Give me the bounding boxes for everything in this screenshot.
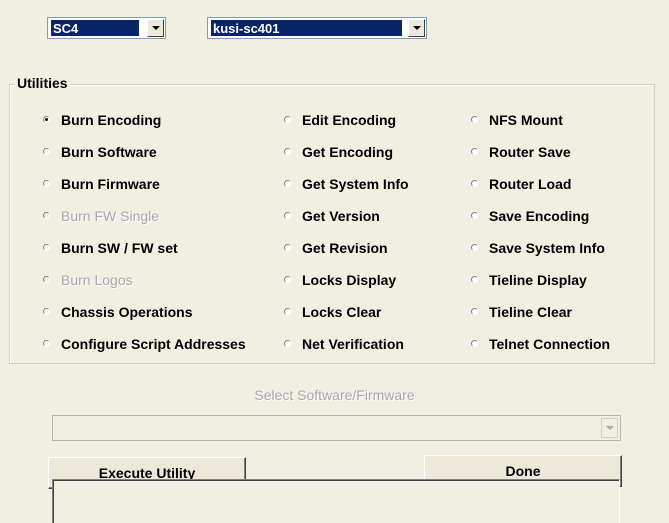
radio-burn-fw-single: Burn FW Single <box>43 206 159 226</box>
radio-unchecked-icon <box>43 275 50 283</box>
radio-label: Locks Display <box>302 272 397 288</box>
radio-unchecked-icon <box>471 147 478 155</box>
radio-checked-icon <box>43 115 50 123</box>
radio-label: Burn Firmware <box>61 176 160 192</box>
radio-unchecked-icon <box>284 179 291 187</box>
radio-chassis-operations[interactable]: Chassis Operations <box>43 302 193 322</box>
radio-unchecked-icon <box>43 339 50 347</box>
radio-edit-encoding[interactable]: Edit Encoding <box>284 110 396 130</box>
radio-router-load[interactable]: Router Load <box>471 174 571 194</box>
radio-label: Edit Encoding <box>302 112 397 128</box>
system-select-dropdown-button[interactable] <box>147 19 164 37</box>
radio-unchecked-icon <box>284 115 291 123</box>
radio-label: NFS Mount <box>489 112 563 128</box>
software-select-label: Select Software/Firmware <box>254 387 415 403</box>
radio-unchecked-icon <box>471 339 478 347</box>
software-select-dropdown-button[interactable] <box>601 418 618 438</box>
system-select-value: SC4 <box>51 20 139 36</box>
radio-save-system-info[interactable]: Save System Info <box>471 238 605 258</box>
radio-burn-encoding[interactable]: Burn Encoding <box>43 110 161 130</box>
radio-locks-display[interactable]: Locks Display <box>284 270 396 290</box>
radio-label: Configure Script Addresses <box>61 336 246 352</box>
radio-unchecked-icon <box>471 275 478 283</box>
utilities-group-title: Utilities <box>14 75 71 91</box>
radio-unchecked-icon <box>471 307 478 315</box>
radio-save-encoding[interactable]: Save Encoding <box>471 206 589 226</box>
radio-burn-sw-fw-set[interactable]: Burn SW / FW set <box>43 238 178 258</box>
radio-unchecked-icon <box>43 179 50 187</box>
radio-burn-firmware[interactable]: Burn Firmware <box>43 174 160 194</box>
radio-get-system-info[interactable]: Get System Info <box>284 174 409 194</box>
host-select[interactable]: kusi-sc401 <box>207 17 427 39</box>
radio-label: Get System Info <box>302 176 409 192</box>
radio-get-version[interactable]: Get Version <box>284 206 380 226</box>
radio-tieline-display[interactable]: Tieline Display <box>471 270 587 290</box>
radio-label: Router Save <box>489 144 571 160</box>
radio-unchecked-icon <box>471 243 478 251</box>
software-select[interactable] <box>52 415 621 441</box>
radio-unchecked-icon <box>43 147 50 155</box>
radio-label: Burn Logos <box>61 272 133 288</box>
host-select-value: kusi-sc401 <box>211 20 402 36</box>
radio-router-save[interactable]: Router Save <box>471 142 571 162</box>
radio-unchecked-icon <box>471 211 478 219</box>
radio-label: Router Load <box>489 176 572 192</box>
radio-unchecked-icon <box>43 307 50 315</box>
radio-label: Net Verification <box>302 336 404 352</box>
radio-nfs-mount[interactable]: NFS Mount <box>471 110 563 130</box>
radio-unchecked-icon <box>284 147 291 155</box>
radio-label: Save System Info <box>489 240 605 256</box>
radio-label: Get Version <box>302 208 380 224</box>
radio-label: Tieline Clear <box>489 304 573 320</box>
radio-label: Burn SW / FW set <box>61 240 178 256</box>
radio-unchecked-icon <box>284 339 291 347</box>
radio-burn-software[interactable]: Burn Software <box>43 142 157 162</box>
radio-get-revision[interactable]: Get Revision <box>284 238 388 258</box>
radio-label: Telnet Connection <box>489 336 611 352</box>
radio-unchecked-icon <box>43 243 50 251</box>
radio-tieline-clear[interactable]: Tieline Clear <box>471 302 572 322</box>
system-select[interactable]: SC4 <box>47 17 166 39</box>
radio-configure-script-addresses[interactable]: Configure Script Addresses <box>43 334 246 354</box>
radio-label: Chassis Operations <box>61 304 193 320</box>
radio-unchecked-icon <box>471 179 478 187</box>
radio-net-verification[interactable]: Net Verification <box>284 334 404 354</box>
radio-unchecked-icon <box>284 211 291 219</box>
chevron-down-icon <box>606 426 614 430</box>
host-select-dropdown-button[interactable] <box>408 19 425 37</box>
radio-label: Get Revision <box>302 240 388 256</box>
radio-label: Burn FW Single <box>61 208 160 224</box>
radio-label: Get Encoding <box>302 144 393 160</box>
radio-label: Save Encoding <box>489 208 590 224</box>
radio-label: Burn Software <box>61 144 157 160</box>
radio-unchecked-icon <box>43 211 50 219</box>
radio-unchecked-icon <box>284 243 291 251</box>
radio-unchecked-icon <box>471 115 478 123</box>
radio-label: Locks Clear <box>302 304 382 320</box>
radio-unchecked-icon <box>284 275 291 283</box>
chevron-down-icon <box>413 26 421 30</box>
radio-label: Burn Encoding <box>61 112 162 128</box>
radio-locks-clear[interactable]: Locks Clear <box>284 302 381 322</box>
radio-unchecked-icon <box>284 307 291 315</box>
radio-label: Tieline Display <box>489 272 587 288</box>
radio-get-encoding[interactable]: Get Encoding <box>284 142 393 162</box>
chevron-down-icon <box>152 26 160 30</box>
status-output <box>52 479 620 523</box>
radio-telnet-connection[interactable]: Telnet Connection <box>471 334 610 354</box>
radio-burn-logos: Burn Logos <box>43 270 133 290</box>
